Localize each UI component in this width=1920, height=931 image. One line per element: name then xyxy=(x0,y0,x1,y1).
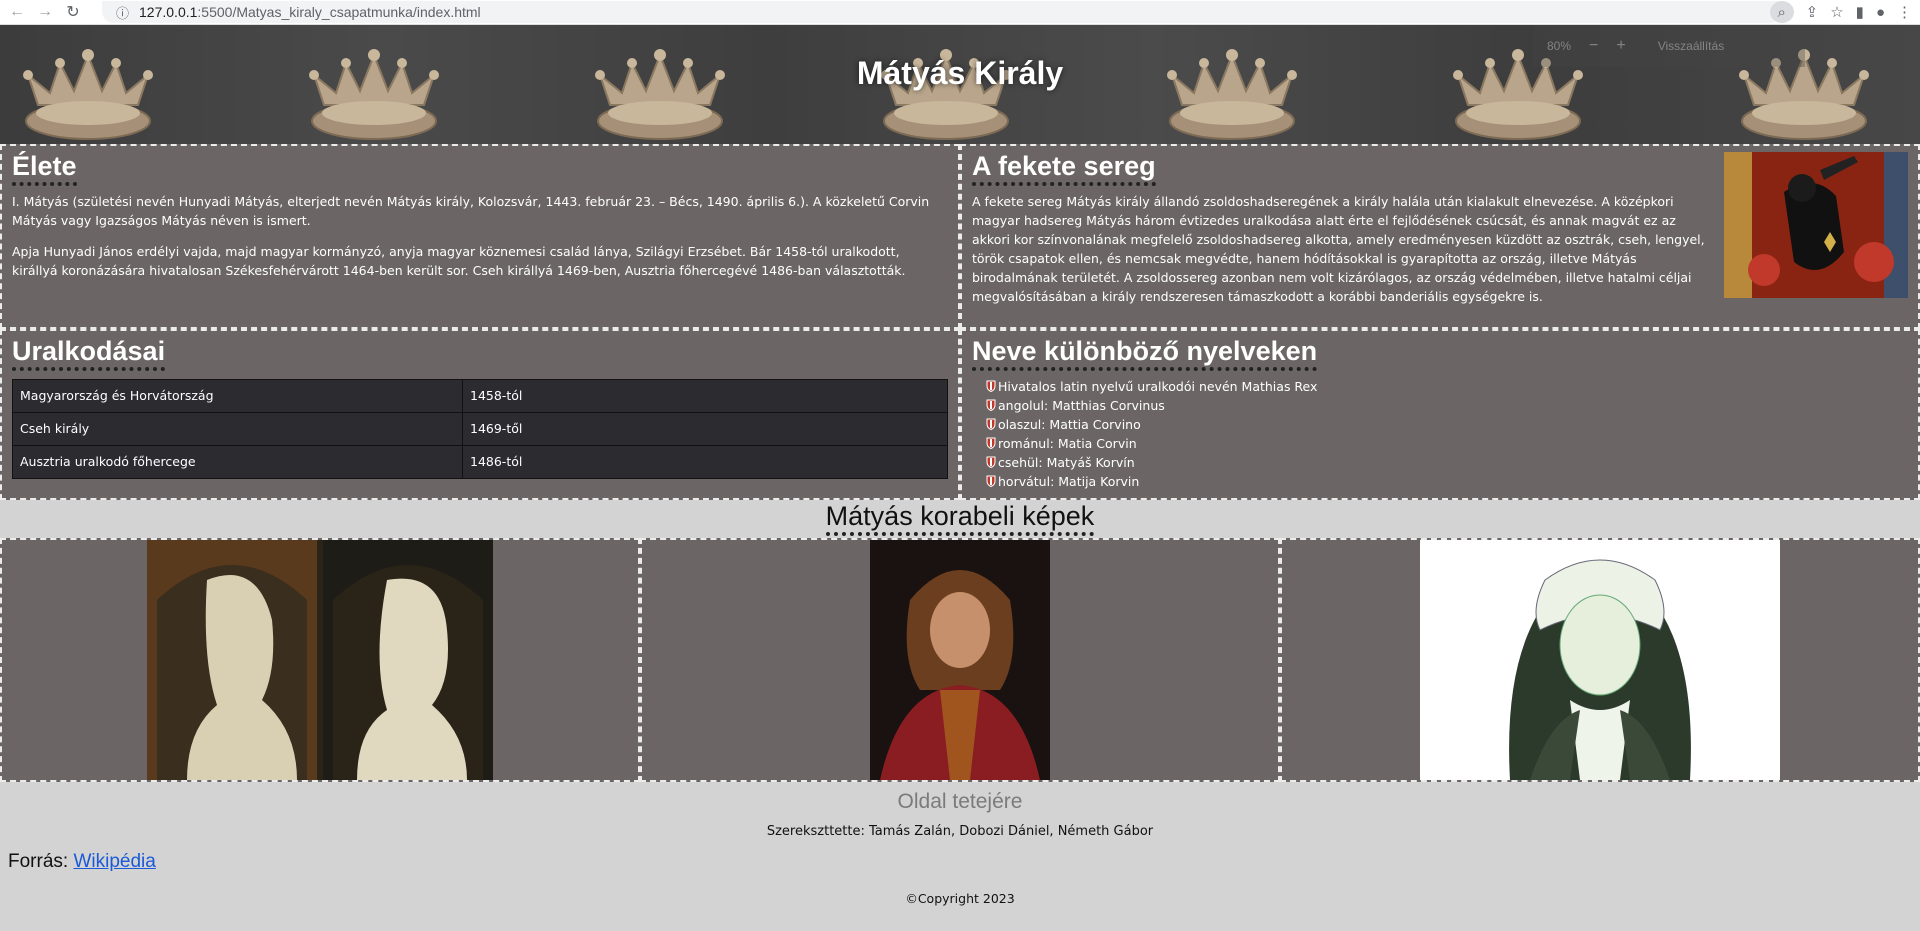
list-item: Hivatalos latin nyelvű uralkodói nevén M… xyxy=(986,377,1908,396)
content-grid: Élete I. Mátyás (születési nevén Hunyadi… xyxy=(0,144,1920,500)
browser-toolbar: ← → ↻ ⓘ 127.0.0.1:5500/Matyas_kiraly_csa… xyxy=(0,0,1920,25)
reign-title-cell: Ausztria uralkodó főhercege xyxy=(12,444,463,479)
bookmark-star-icon[interactable]: ☆ xyxy=(1830,3,1843,21)
section-heading: Élete xyxy=(12,151,77,186)
shield-icon xyxy=(986,437,996,450)
names-list: Hivatalos latin nyelvű uralkodói nevén M… xyxy=(972,377,1908,491)
portrait-man-image xyxy=(870,540,1050,780)
forward-arrow-icon[interactable]: → xyxy=(34,3,56,21)
gallery-title-bar: Mátyás korabeli képek xyxy=(0,500,1920,538)
profile-avatar-icon[interactable]: ● xyxy=(1876,4,1885,21)
shield-icon xyxy=(986,456,996,469)
zoom-icon[interactable]: ⌕ xyxy=(1769,1,1794,23)
section-heading: Uralkodásai xyxy=(12,336,166,371)
page-footer: Oldal tetejére Szerekszttette: Tamás Zal… xyxy=(0,782,1920,906)
portrait-woman-image xyxy=(1420,540,1780,780)
reign-years-cell: 1458-tól xyxy=(462,378,948,413)
zoom-in-button[interactable]: + xyxy=(1616,37,1625,55)
gallery-heading: Mátyás korabeli képek xyxy=(825,500,1095,537)
page-title: Mátyás Király xyxy=(856,55,1064,91)
shield-icon xyxy=(986,418,996,431)
reign-years-cell: 1469-től xyxy=(462,411,948,446)
image-gallery xyxy=(0,538,1920,782)
section-elete: Élete I. Mátyás (születési nevén Hunyadi… xyxy=(0,144,960,329)
list-item: olaszul: Mattia Corvino xyxy=(986,415,1908,434)
list-item: angolul: Matthias Corvinus xyxy=(986,396,1908,415)
url-host: 127.0.0.1 xyxy=(139,4,198,20)
list-item: horvátul: Matija Korvin xyxy=(986,472,1908,491)
copyright-text: ©Copyright 2023 xyxy=(905,891,1015,906)
paragraph: Apja Hunyadi János erdélyi vajda, majd m… xyxy=(12,243,906,278)
reign-table: Magyarország és Horvátország 1458-tól Cs… xyxy=(12,378,948,479)
gallery-cell xyxy=(0,538,640,782)
wikipedia-link[interactable]: Wikipédia xyxy=(73,851,155,872)
reload-icon[interactable]: ↻ xyxy=(62,2,84,22)
table-row: Ausztria uralkodó főhercege 1486-tól xyxy=(12,444,948,479)
shield-icon xyxy=(986,475,996,488)
section-fekete-sereg: A fekete sereg A fekete sereg Mátyás kir… xyxy=(960,144,1920,329)
relief-portraits-image xyxy=(147,540,493,780)
section-heading: A fekete sereg xyxy=(972,151,1156,186)
section-nevek: Neve különböző nyelveken Hivatalos latin… xyxy=(960,329,1920,500)
reign-years-cell: 1486-tól xyxy=(462,444,948,479)
source-label: Forrás: xyxy=(8,851,69,872)
list-item: románul: Matia Corvin xyxy=(986,434,1908,453)
reign-title-cell: Magyarország és Horvátország xyxy=(12,378,463,413)
paragraph: I. Mátyás (születési nevén Hunyadi Mátyá… xyxy=(12,193,930,228)
page-header: 80% − + Visszaállítás Mátyás Király xyxy=(0,25,1920,144)
shield-icon xyxy=(986,380,996,393)
table-row: Magyarország és Horvátország 1458-tól xyxy=(12,378,948,413)
section-uralkodasai: Uralkodásai Magyarország és Horvátország… xyxy=(0,329,960,500)
menu-dots-icon[interactable]: ⋮ xyxy=(1897,3,1912,21)
gallery-cell xyxy=(1280,538,1920,782)
gallery-cell xyxy=(640,538,1280,782)
shield-icon xyxy=(986,399,996,412)
zoom-reset-button[interactable]: Visszaállítás xyxy=(1658,39,1724,53)
list-item: csehül: Matyáš Korvín xyxy=(986,453,1908,472)
table-row: Cseh király 1469-től xyxy=(12,411,948,446)
zoom-percent: 80% xyxy=(1547,39,1572,53)
black-army-image xyxy=(1724,152,1908,298)
zoom-out-button[interactable]: − xyxy=(1589,37,1598,55)
url-path: :5500/Matyas_kiraly_csapatmunka/index.ht… xyxy=(197,4,481,20)
reign-title-cell: Cseh király xyxy=(12,411,463,446)
back-arrow-icon[interactable]: ← xyxy=(6,3,28,21)
side-panel-icon[interactable]: ▮ xyxy=(1856,3,1864,21)
address-bar[interactable]: ⓘ 127.0.0.1:5500/Matyas_kiraly_csapatmun… xyxy=(102,1,1782,23)
site-info-icon[interactable]: ⓘ xyxy=(116,3,129,22)
section-heading: Neve különböző nyelveken xyxy=(972,336,1318,371)
source-line: Forrás: Wikipédia xyxy=(0,851,1920,873)
share-icon[interactable]: ⇪ xyxy=(1806,3,1819,21)
back-to-top-link[interactable]: Oldal tetejére xyxy=(898,790,1023,814)
editors-line: Szerekszttette: Tamás Zalán, Dobozi Dáni… xyxy=(766,824,1154,839)
